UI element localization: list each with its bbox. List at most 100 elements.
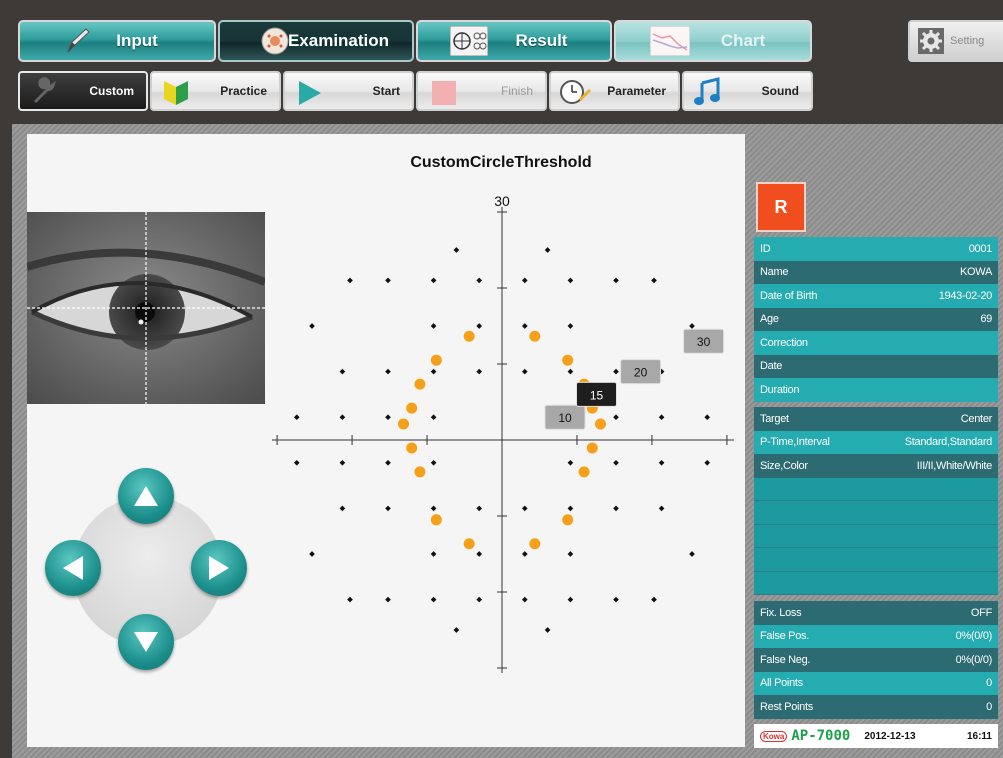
custom-point [586, 442, 598, 454]
info-label: Size,Color [760, 459, 808, 472]
test-point [430, 414, 437, 421]
practice-button[interactable]: Practice [150, 71, 281, 111]
ring-label: 10 [558, 411, 572, 425]
test-point [347, 596, 353, 603]
tab-result[interactable]: Result [416, 20, 612, 62]
test-point [430, 505, 437, 512]
top-navigation: Input Examination Result Chart Setting C… [0, 0, 1003, 118]
test-point [385, 414, 391, 421]
custom-label: Custom [89, 84, 134, 98]
info-row: Size,Color III/II,White/White [754, 454, 998, 478]
down-arrow-button[interactable] [118, 614, 174, 670]
play-icon [299, 81, 321, 105]
test-point [521, 277, 528, 284]
tab-input-label: Input [116, 31, 158, 50]
test-point [521, 323, 528, 329]
info-value: KOWA [959, 266, 992, 279]
eye-camera-view [27, 212, 265, 404]
test-point [521, 596, 528, 603]
test-point [567, 551, 574, 557]
test-point [430, 277, 437, 284]
tab-chart[interactable]: Chart [614, 20, 812, 62]
parameter-label: Parameter [607, 84, 666, 98]
tab-examination[interactable]: Examination [218, 20, 414, 62]
info-row: Correction [754, 331, 998, 355]
kowa-logo: Kowa [760, 730, 788, 742]
right-arrow-button[interactable] [191, 540, 247, 596]
custom-point [594, 418, 606, 430]
sound-button[interactable]: Sound [682, 71, 813, 111]
test-point [689, 551, 695, 557]
parameter-button[interactable]: Parameter [549, 71, 680, 111]
beginner-mark-icon [164, 81, 188, 105]
custom-point [578, 466, 590, 478]
finish-label: Finish [500, 84, 533, 98]
up-arrow-button[interactable] [118, 468, 174, 524]
info-row: Fix. Loss OFF [754, 601, 998, 625]
info-row: ID 0001 [754, 237, 998, 261]
start-button[interactable]: Start [283, 71, 414, 111]
tab-result-label: Result [515, 31, 568, 50]
test-point [613, 277, 619, 284]
ring-label: 20 [634, 366, 648, 380]
test-point [658, 505, 665, 512]
custom-point [562, 354, 574, 366]
left-arrow-button[interactable] [45, 540, 101, 596]
info-value: 0%(0/0) [955, 653, 993, 666]
test-point [453, 247, 460, 253]
test-point [613, 414, 619, 421]
arrow-left-icon [63, 556, 83, 580]
info-row: Date of Birth 1943-02-20 [754, 284, 998, 308]
eye-side-badge: R [756, 182, 806, 232]
ring-label: 30 [697, 335, 711, 349]
custom-point [529, 330, 541, 342]
direction-pad [45, 468, 250, 673]
info-row: Date [754, 354, 998, 378]
practice-label: Practice [220, 84, 267, 98]
test-point [430, 323, 437, 329]
info-value: Standard,Standard [904, 436, 993, 449]
status-footer: Kowa AP-7000 2012-12-13 16:11 [754, 724, 998, 748]
custom-point [562, 514, 574, 526]
test-point [567, 277, 574, 284]
exam-settings-table: Target Center P-Time,Interval Standard,Sta… [754, 407, 998, 595]
test-point [339, 414, 346, 421]
info-row: All Points 0 [754, 671, 998, 695]
test-point [347, 277, 353, 284]
tab-examination-label: Examination [287, 31, 390, 50]
test-point [293, 414, 300, 421]
info-label: Date of Birth [760, 289, 818, 302]
test-point [309, 551, 315, 557]
info-label: ID [760, 242, 771, 255]
test-point [521, 368, 528, 375]
custom-point [529, 538, 541, 550]
info-label: Name [760, 266, 789, 279]
test-point [567, 368, 574, 375]
start-label: Start [372, 84, 400, 98]
test-point [521, 505, 528, 512]
test-point [309, 323, 315, 329]
footer-time: 16:11 [966, 730, 992, 742]
info-label: False Pos. [760, 630, 809, 643]
info-value: 0 [986, 700, 992, 713]
pen-icon [67, 28, 90, 53]
info-value: 1943-02-20 [938, 289, 993, 302]
finish-button[interactable]: Finish [416, 71, 547, 111]
test-point [293, 459, 300, 466]
test-point [544, 247, 551, 253]
test-point [339, 505, 346, 512]
test-point [476, 551, 483, 557]
setting-button[interactable]: Setting [908, 20, 1003, 62]
info-row: Rest Points 0 [754, 695, 998, 719]
test-point [476, 368, 483, 375]
custom-button[interactable]: Custom [18, 71, 148, 111]
info-label: Correction [760, 336, 808, 349]
custom-point [414, 378, 426, 390]
arrow-down-icon [134, 632, 158, 652]
test-point [658, 459, 665, 466]
tab-input[interactable]: Input [18, 20, 216, 62]
eye-image [27, 212, 265, 404]
custom-point [463, 538, 475, 550]
test-point [613, 459, 619, 466]
test-point [651, 277, 657, 284]
